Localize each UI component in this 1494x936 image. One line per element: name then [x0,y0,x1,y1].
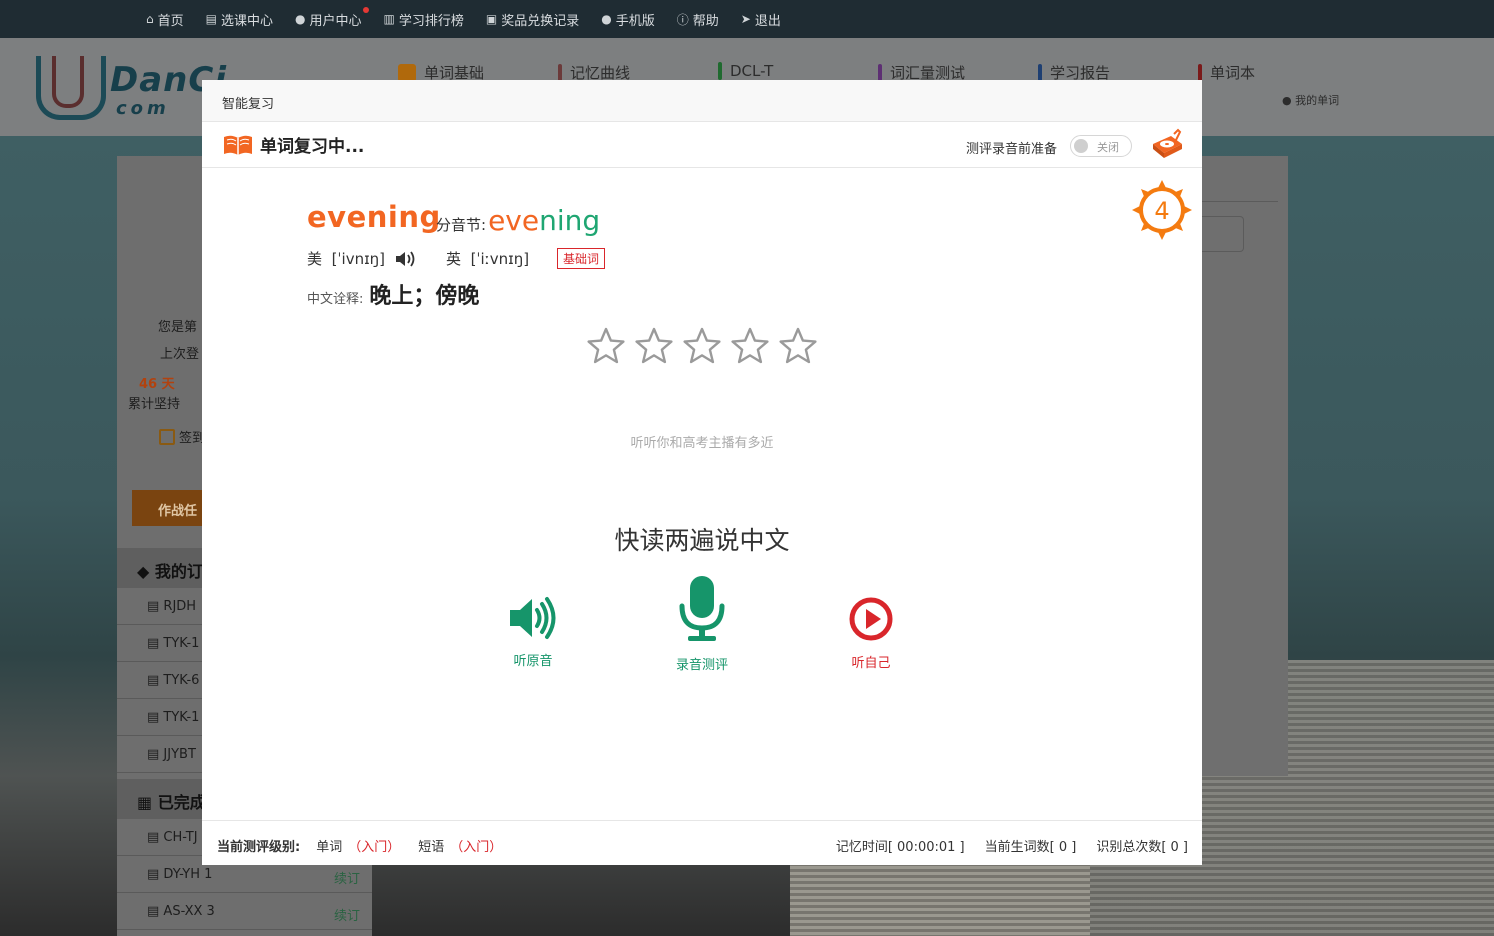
calendar-check-icon [159,428,175,445]
star-icon[interactable] [634,326,674,366]
countdown-number: 4 [1154,197,1169,225]
recognize-count: 识别总次数[ 0 ] [1096,840,1188,855]
right-panel [1200,156,1288,776]
prep-label: 测评录音前准备 [966,142,1058,157]
rating-stars [586,326,826,366]
listen-self-button[interactable]: 听自己 [816,596,926,671]
nav-marker [1198,63,1202,82]
modal-title: 智能复习 [202,80,1202,122]
signin-button[interactable]: 签到 [159,427,205,446]
mainnav-wordbook[interactable]: 单词本 [1198,62,1255,83]
search-input[interactable] [1200,216,1244,252]
listen-original-label: 听原音 [513,654,553,669]
rank-text: 您是第 [158,320,198,335]
word-level[interactable]: （入门） [348,836,400,855]
days-label: 累计坚持 [128,397,181,412]
book-icon: ▤ [147,747,164,762]
uk-phonetic: 英 [ˈiːvnɪŋ] [446,249,530,269]
syllables: 分音节: eve ning [436,204,600,237]
nav-marker [718,62,722,80]
book-icon: ▤ [147,867,164,882]
mainnav-sub: ● 我的单词 [0,0,1494,107]
star-icon[interactable] [730,326,770,366]
nav-marker [558,63,562,82]
stats: 记忆时间[ 00:00:01 ] 当前生词数[ 0 ] 识别总次数[ 0 ] [816,836,1188,855]
open-book-icon [224,135,252,155]
book-icon: ▤ [147,673,164,688]
microphone-icon [679,576,725,641]
star-icon[interactable] [778,326,818,366]
category-icon [398,63,416,82]
renew-link[interactable]: 续订 [334,905,360,924]
toggle-knob [1074,139,1088,153]
record-button[interactable]: 录音测评 [647,574,757,673]
syllable-part-1: eve [488,204,540,237]
new-word-count: 当前生词数[ 0 ] [984,840,1077,855]
volume-icon [510,597,556,639]
last-login-text: 上次登 [160,347,200,362]
countdown-badge: 4 [1132,180,1192,240]
listen-self-label: 听自己 [851,656,891,671]
memory-time: 记忆时间[ 00:00:01 ] [835,840,965,855]
review-modal: 智能复习 单词复习中... 测评录音前准备 关闭 4 evening 分音节: … [202,80,1202,865]
nav-marker [878,63,882,82]
divider [1200,201,1278,202]
record-label: 录音测评 [675,658,728,673]
review-heading: 单词复习中... [222,132,364,157]
eval-level: 当前测评级别: 单词 （入门） 短语 （入门） [217,836,520,855]
star-icon[interactable] [682,326,722,366]
instruction-text: 快读两遍说中文 [614,526,790,555]
background-books [790,860,1090,936]
listen-original-button[interactable]: 听原音 [478,596,588,669]
modal-toolbar: 单词复习中... 测评录音前准备 关闭 [202,122,1202,168]
nav-marker [1038,63,1042,82]
review-word: evening [307,200,441,234]
days-count: 46 天 [139,377,175,392]
play-circle-icon [849,597,893,641]
book-icon: ▤ [147,904,164,919]
phrase-level[interactable]: （入门） [450,836,502,855]
course-row[interactable]: ▤ AS-XX 3 续订 [117,893,372,930]
renew-link[interactable]: 续订 [334,868,360,887]
speaker-icon[interactable] [395,250,417,268]
modal-footer: 当前测评级别: 单词 （入门） 短语 （入门） 记忆时间[ 00:00:01 ]… [202,820,1202,865]
prep-toggle[interactable]: 关闭 [1070,135,1132,157]
book-icon: ▤ [147,599,164,614]
star-icon[interactable] [586,326,626,366]
us-phonetic: 美 [ˈivnɪŋ] [307,248,417,269]
hint-text: 听听你和高考主播有多近 [630,436,774,451]
record-player-icon[interactable] [1150,128,1184,162]
my-words-link[interactable]: ● 我的单词 [1282,92,1339,108]
book-icon: ▤ [147,830,164,845]
book-icon: ▤ [147,710,164,725]
syllable-label: 分音节: [436,216,487,234]
syllable-part-2: ning [539,204,601,237]
mainnav-dclt[interactable]: DCL-T [718,62,773,80]
chinese-definition: 中文诠释: 晚上；傍晚 [307,284,480,309]
level-tag: 基础词 [557,248,606,269]
toggle-label: 关闭 [1097,141,1119,154]
calendar-icon: ▦ [137,793,158,812]
book-icon: ▤ [147,636,164,651]
tag-icon: ◆ [137,562,155,581]
